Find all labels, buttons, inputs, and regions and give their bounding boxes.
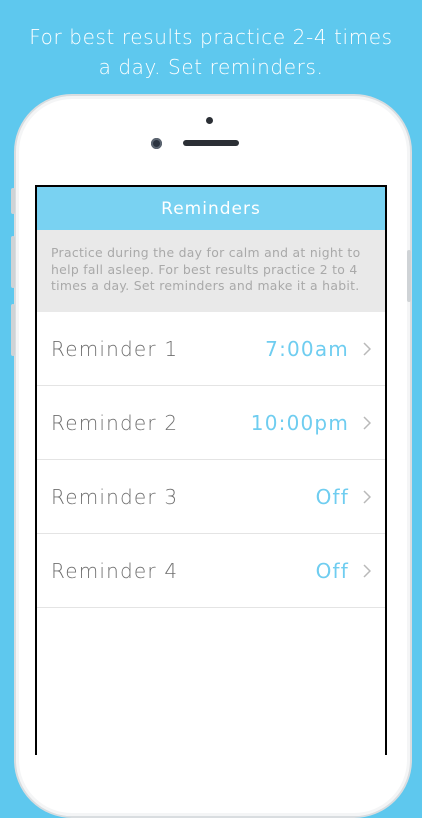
phone-power-button [407, 250, 411, 302]
chevron-right-icon [363, 563, 371, 578]
phone-volume-down-button [11, 304, 15, 356]
reminder-time-value: Off [315, 558, 349, 583]
reminder-label: Reminder 1 [51, 336, 179, 361]
reminder-time-value: 10:00pm [250, 410, 349, 435]
phone-sensor [206, 117, 213, 124]
nav-title: Reminders [161, 198, 261, 219]
reminder-row-3[interactable]: Reminder 3 Off [37, 460, 385, 534]
phone-screen: Reminders Practice during the day for ca… [35, 185, 387, 755]
reminder-row-4[interactable]: Reminder 4 Off [37, 534, 385, 608]
app-view: Reminders Practice during the day for ca… [37, 187, 385, 755]
chevron-right-icon [363, 489, 371, 504]
promo-line-2: a day. Set reminders. [98, 55, 324, 79]
reminder-label: Reminder 2 [51, 410, 179, 435]
reminder-time-value: Off [315, 484, 349, 509]
info-banner: Practice during the day for calm and at … [37, 230, 385, 312]
chevron-right-icon [363, 341, 371, 356]
reminder-row-1[interactable]: Reminder 1 7:00am [37, 312, 385, 386]
reminder-time-value: 7:00am [265, 336, 349, 361]
phone-volume-up-button [11, 236, 15, 288]
chevron-right-icon [363, 415, 371, 430]
reminder-label: Reminder 4 [51, 558, 179, 583]
phone-mute-switch [11, 188, 15, 214]
nav-bar: Reminders [37, 187, 385, 230]
reminder-label: Reminder 3 [51, 484, 179, 509]
reminder-row-2[interactable]: Reminder 2 10:00pm [37, 386, 385, 460]
phone-earpiece [183, 140, 239, 146]
phone-front-camera [151, 138, 162, 149]
promo-caption: For best results practice 2-4 times a da… [0, 22, 422, 82]
promo-line-1: For best results practice 2-4 times [29, 25, 393, 49]
